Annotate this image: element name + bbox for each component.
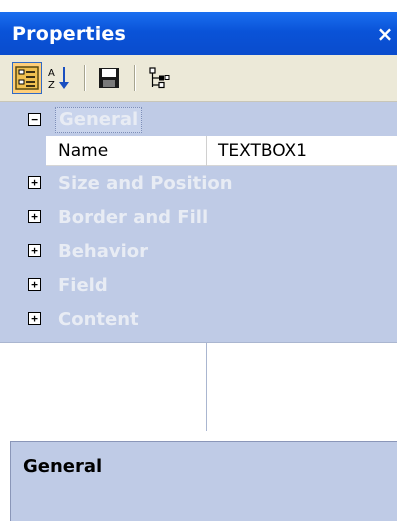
property-name: Name [58, 140, 109, 161]
property-divider [206, 136, 207, 166]
svg-text:A: A [48, 68, 55, 79]
description-title: General [23, 456, 103, 477]
expand-icon[interactable]: + [28, 210, 41, 223]
expand-icon[interactable]: + [28, 312, 41, 325]
expand-icon[interactable]: + [28, 176, 41, 189]
expand-icon[interactable]: + [28, 244, 41, 257]
svg-text:Z: Z [48, 80, 55, 91]
category-border-and-fill[interactable]: + Border and Fill [0, 202, 397, 232]
category-label: General [55, 107, 143, 133]
category-field[interactable]: + Field [0, 270, 397, 300]
alphabetical-sort-button[interactable]: A Z [44, 62, 74, 94]
category-size-and-position[interactable]: + Size and Position [0, 168, 397, 198]
hierarchy-tree-icon [149, 67, 170, 89]
expand-icon[interactable]: + [28, 278, 41, 291]
close-icon[interactable]: × [375, 22, 395, 46]
toolbar-separator [134, 65, 136, 91]
categorized-view-button[interactable] [12, 62, 42, 94]
property-value[interactable]: TEXTBOX1 [218, 141, 307, 161]
save-button[interactable] [94, 62, 124, 94]
window-title: Properties [12, 22, 126, 45]
description-panel: General [10, 441, 397, 521]
title-bar: Properties × [0, 0, 397, 55]
category-behavior[interactable]: + Behavior [0, 236, 397, 266]
collapse-icon[interactable]: − [28, 113, 41, 126]
property-row-name[interactable]: Name TEXTBOX1 [46, 136, 397, 166]
hierarchy-button[interactable] [144, 62, 174, 94]
category-content[interactable]: + Content [0, 304, 397, 334]
categorized-view-icon [15, 66, 39, 90]
property-grid: − General Name TEXTBOX1 + Size and Posit… [0, 101, 397, 432]
save-icon [99, 68, 119, 88]
category-label: Content [58, 308, 139, 330]
grid-divider [0, 342, 397, 343]
toolbar-separator [84, 65, 86, 91]
category-label: Behavior [58, 240, 149, 262]
category-label: Border and Fill [58, 206, 209, 228]
description-area: General [0, 431, 397, 521]
column-splitter[interactable] [206, 342, 207, 432]
alphabetical-sort-icon: A Z [48, 67, 69, 91]
category-label: Size and Position [58, 172, 233, 194]
category-general[interactable]: − General [0, 105, 397, 135]
toolbar: A Z [0, 55, 397, 101]
category-label: Field [58, 274, 108, 296]
